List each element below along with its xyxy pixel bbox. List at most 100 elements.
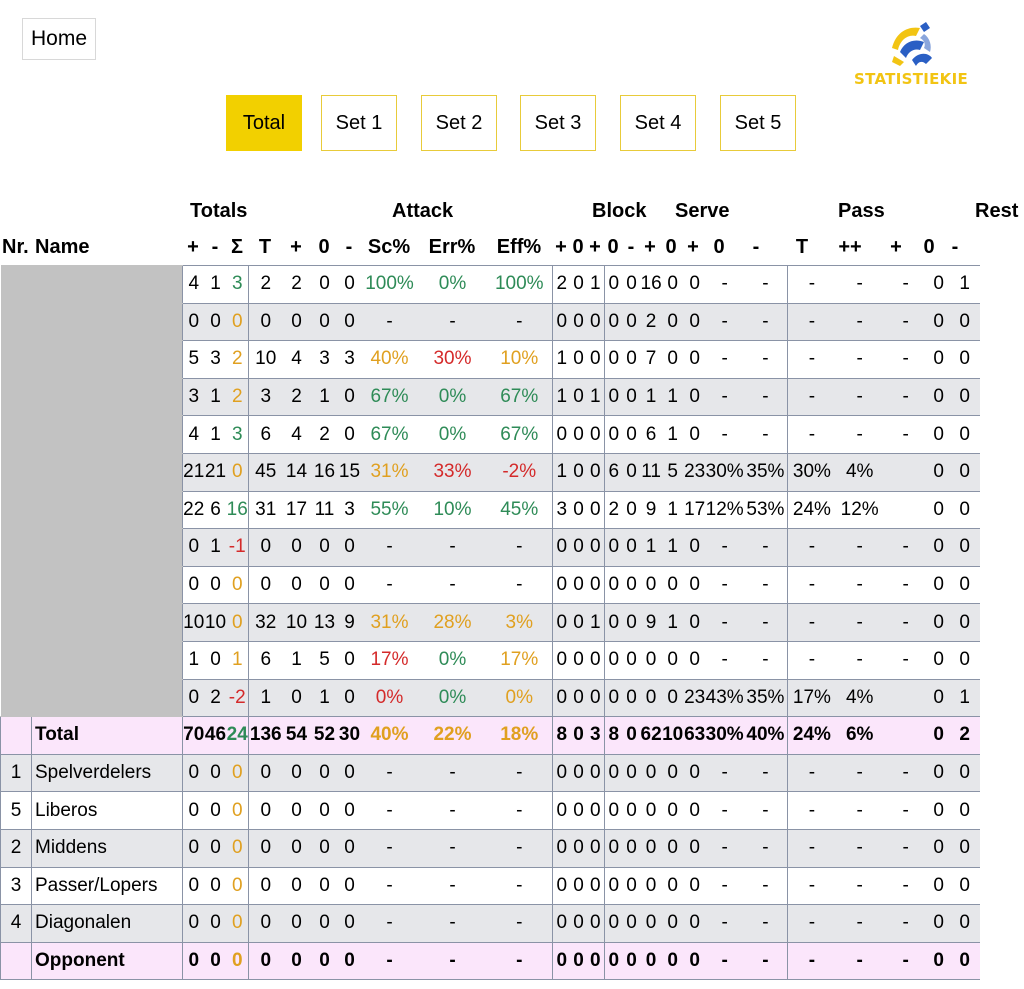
- stat-cell: -: [787, 828, 836, 868]
- row-number: 2: [0, 828, 32, 868]
- column-header: +: [555, 236, 567, 258]
- stat-cell: 0: [604, 828, 623, 868]
- stat-cell: 0: [640, 866, 662, 906]
- stat-cell: -: [787, 377, 836, 417]
- stat-cell: 45%: [486, 490, 553, 530]
- stat-cell: 17: [683, 490, 706, 530]
- stat-cell: -: [743, 302, 788, 342]
- stat-cell: -: [835, 302, 884, 342]
- stat-cell: 0: [949, 866, 980, 906]
- stat-cell: 0: [552, 528, 571, 567]
- stat-cell: 0: [182, 528, 205, 567]
- stat-cell: 3: [248, 377, 283, 417]
- column-header: T: [258, 236, 272, 258]
- stat-cell: 0: [949, 415, 980, 454]
- stat-cell: 2: [604, 490, 623, 530]
- stat-cell: 0: [226, 302, 249, 342]
- stat-cell: -: [743, 791, 788, 830]
- stat-cell: -: [883, 302, 928, 342]
- stat-cell: 17%: [486, 640, 553, 680]
- stat-cell: 22: [182, 490, 205, 530]
- row-number: 1: [0, 753, 32, 793]
- stat-cell: 0: [661, 265, 684, 304]
- stat-cell: 3: [226, 265, 249, 304]
- tab-set-4[interactable]: Set 4: [620, 95, 696, 151]
- tab-total[interactable]: Total: [226, 95, 302, 151]
- stat-cell: 17: [282, 490, 311, 530]
- stat-cell: 0: [586, 791, 605, 830]
- stat-cell: 0: [182, 302, 205, 342]
- player-row: 0 1 -1 0 0 0 0- - -0 0 0 0 0 1 1 0- - - - -0 0: [0, 528, 980, 567]
- stat-cell: 0: [622, 791, 641, 830]
- stat-cell: 0: [338, 941, 361, 981]
- stat-cell: 0: [683, 265, 706, 304]
- tab-set-3[interactable]: Set 3: [520, 95, 596, 151]
- stat-cell: 0: [586, 452, 605, 492]
- stat-cell: 1: [949, 678, 980, 718]
- stat-cell: 0: [338, 565, 361, 605]
- stat-cell: 6: [248, 640, 283, 680]
- stat-cell: 0: [604, 753, 623, 793]
- stat-cell: 0: [226, 866, 249, 906]
- stat-cell: 0: [338, 904, 361, 943]
- stat-cell: 0: [604, 340, 623, 379]
- stat-cell: 4: [282, 340, 311, 379]
- stat-cell: 0: [683, 640, 706, 680]
- stat-cell: 0: [552, 791, 571, 830]
- column-header: 0: [572, 236, 584, 258]
- stat-cell: 23: [683, 678, 706, 718]
- stat-cell: 0: [949, 904, 980, 943]
- stat-cell: 0%: [418, 678, 487, 718]
- player-name-redacted: [31, 603, 183, 642]
- stat-cell: 0: [338, 828, 361, 868]
- player-row: 1 0 1 6 1 5 0 17% 0% 17% 0 0 0 0 0 0 0 0- - - - -0 0: [0, 640, 980, 680]
- stat-cell: -: [705, 377, 744, 417]
- row-name: Liberos: [31, 791, 183, 830]
- stat-cell: 0: [310, 565, 339, 605]
- column-header: +: [589, 236, 601, 258]
- stat-cell: -: [418, 302, 487, 342]
- stat-cell: -: [705, 828, 744, 868]
- stat-cell: 1: [661, 377, 684, 417]
- player-name-redacted: [31, 302, 183, 342]
- column-header: -: [752, 236, 760, 258]
- stat-cell: 0: [182, 565, 205, 605]
- stat-cell: 0: [586, 490, 605, 530]
- stat-cell: -: [835, 753, 884, 793]
- stat-cell: 0: [622, 640, 641, 680]
- stat-cell: 35%: [743, 678, 788, 718]
- stat-cell: 1: [204, 415, 227, 454]
- stat-cell: 0: [338, 866, 361, 906]
- stat-cell: -: [835, 415, 884, 454]
- stat-cell: 0: [949, 753, 980, 793]
- stat-cell: 1: [949, 265, 980, 304]
- stat-cell: 0: [622, 678, 641, 718]
- tab-set-2[interactable]: Set 2: [421, 95, 497, 151]
- stat-cell: -: [486, 941, 553, 981]
- player-name-redacted: [31, 415, 183, 454]
- stat-cell: -: [705, 340, 744, 379]
- stat-cell: -: [743, 828, 788, 868]
- stat-cell: -: [743, 265, 788, 304]
- stat-cell: 0: [661, 828, 684, 868]
- stat-cell: 0: [338, 640, 361, 680]
- column-header: T: [795, 236, 809, 258]
- column-header: 0: [665, 236, 677, 258]
- stat-cell: -: [835, 828, 884, 868]
- group-header-totals: Totals: [190, 200, 248, 222]
- tab-set-5[interactable]: Set 5: [720, 95, 796, 151]
- stat-cell: -: [883, 528, 928, 567]
- stat-cell: 0: [552, 904, 571, 943]
- home-button[interactable]: Home: [22, 18, 96, 60]
- tab-set-1[interactable]: Set 1: [321, 95, 397, 151]
- column-header: +: [290, 236, 302, 258]
- stat-cell: 0: [570, 904, 587, 943]
- row-number: [0, 340, 32, 379]
- stat-cell: 12%: [835, 490, 884, 530]
- stat-cell: 6: [204, 490, 227, 530]
- stat-cell: -: [418, 753, 487, 793]
- stat-cell: -: [743, 753, 788, 793]
- stat-cell: -: [883, 753, 928, 793]
- stat-cell: 40%: [743, 716, 788, 755]
- stat-cell: -: [743, 904, 788, 943]
